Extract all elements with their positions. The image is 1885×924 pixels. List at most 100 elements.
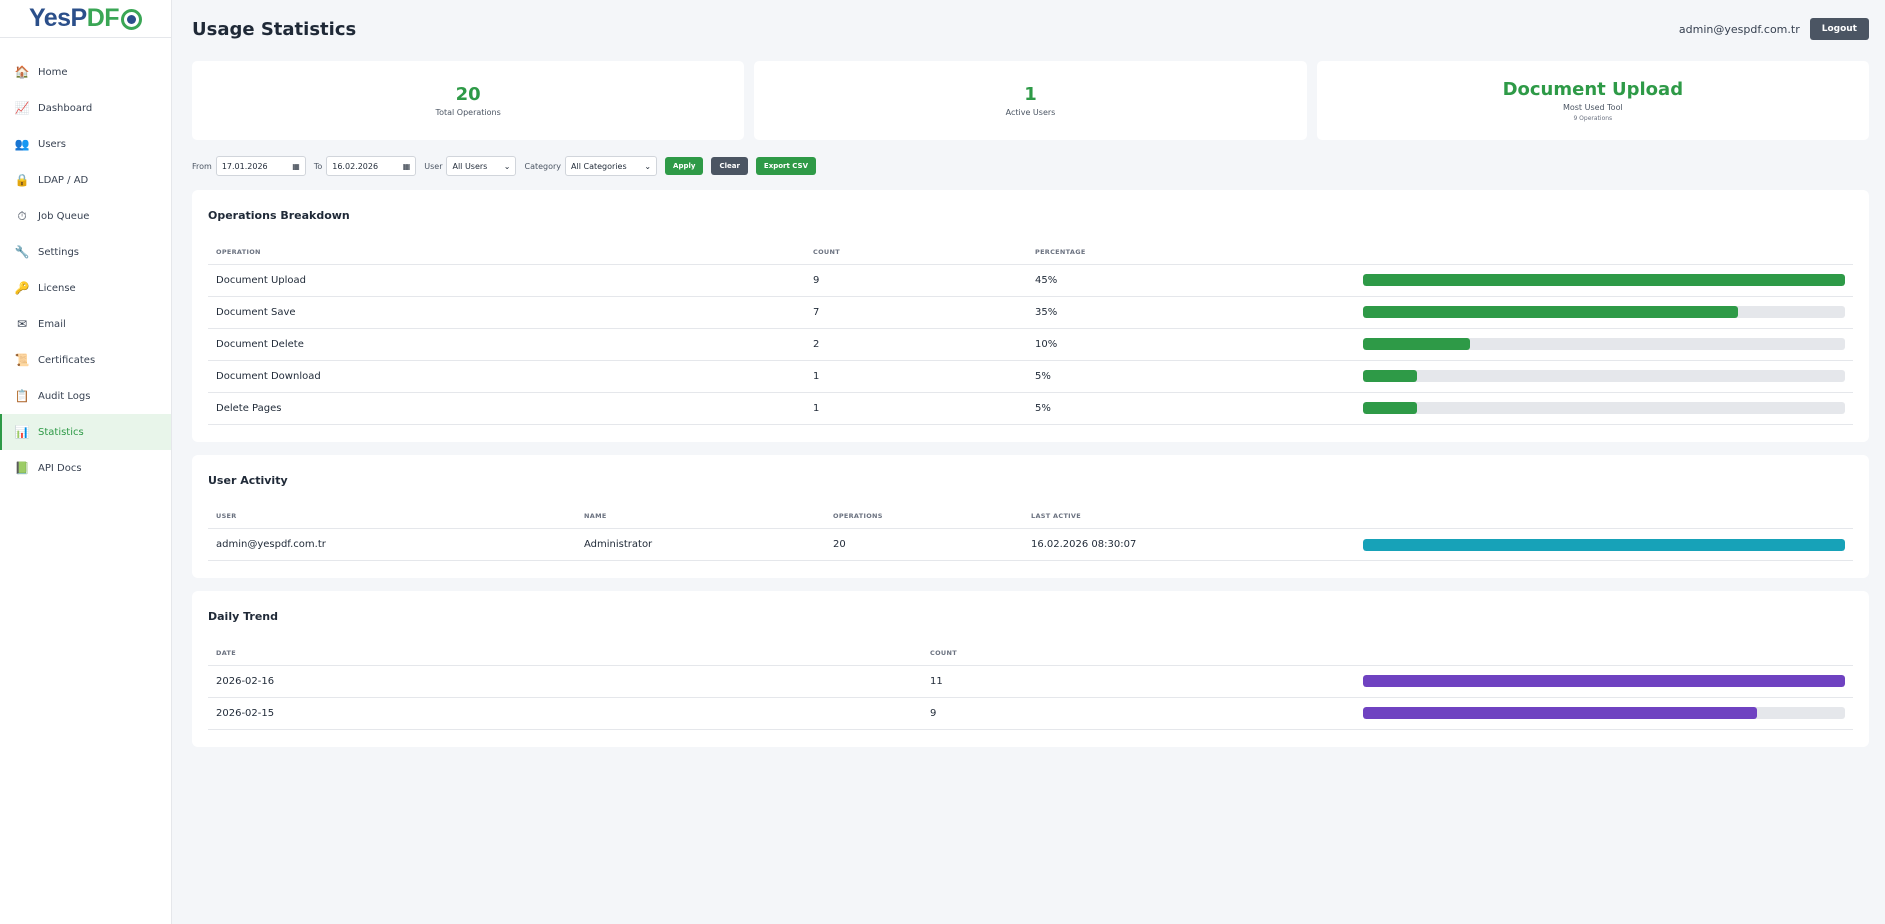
column-header: Count [805,240,1027,265]
sidebar-item-label: Statistics [38,426,84,438]
sidebar-item-label: Job Queue [38,210,90,222]
progress-bar-fill [1363,675,1845,687]
operation-name: Document Download [208,360,805,393]
trend-count: 11 [922,665,1355,698]
user-area: admin@yespdf.com.tr Logout [1679,18,1869,40]
logo-mark-icon [121,9,143,30]
user-select[interactable]: All Users ⌄ [446,156,517,176]
sidebar-item-api-docs[interactable]: 📗 API Docs [0,450,171,486]
operation-count: 9 [805,264,1027,297]
column-header: Percentage [1027,240,1355,265]
card-label: Total Operations [435,108,501,117]
card-value: Document Upload [1502,79,1684,100]
progress-bar-fill [1363,370,1417,382]
from-date-input[interactable]: 17.01.2026 ▦ [215,156,306,176]
sidebar-item-label: Home [38,66,68,78]
category-select[interactable]: All Categories ⌄ [565,156,658,176]
to-date-input[interactable]: 16.02.2026 ▦ [326,156,417,176]
column-header [1355,641,1853,666]
certificate-icon: 📜 [14,353,30,367]
users-icon: 👥 [14,137,30,151]
sidebar-item-email[interactable]: ✉ Email [0,306,171,342]
progress-bar [1363,306,1845,318]
card-most-used-tool: Document Upload Most Used Tool 9 Operati… [1316,61,1869,140]
calendar-icon[interactable]: ▦ [403,162,411,171]
sidebar-item-label: API Docs [38,462,82,474]
bar-cell [1355,328,1853,361]
progress-bar [1363,274,1845,286]
operation-name: Delete Pages [208,392,805,425]
chevron-down-icon: ⌄ [503,161,511,171]
column-header: Date [208,641,922,666]
user-select-value: All Users [452,161,488,171]
calendar-icon[interactable]: ▦ [292,162,300,171]
sidebar-item-statistics[interactable]: 📊 Statistics [0,414,171,450]
sidebar-item-license[interactable]: 🔑 License [0,270,171,306]
sidebar-item-ldap-ad[interactable]: 🔒 LDAP / AD [0,162,171,198]
operation-name: Document Delete [208,328,805,361]
sidebar-item-label: LDAP / AD [38,174,89,186]
progress-bar [1363,370,1845,382]
daily-trend-table-body: 2026-02-16 11 2026-02-15 9 [208,665,1853,730]
topbar: Usage Statistics admin@yespdf.com.tr Log… [192,0,1869,58]
column-header [1355,240,1853,265]
activity-operations: 20 [825,528,1023,561]
operation-count: 1 [805,360,1027,393]
progress-bar [1363,338,1845,350]
progress-bar-fill [1363,338,1470,350]
sidebar-item-users[interactable]: 👥 Users [0,126,171,162]
operation-percentage: 35% [1027,296,1355,329]
home-icon: 🏠 [14,65,30,79]
summary-cards: 20 Total Operations 1 Active Users Docum… [192,61,1869,140]
operations-table: Operation Count Percentage Document Uplo… [208,240,1853,425]
user-activity-table: User Name Operations Last Active admin@y… [208,504,1853,561]
column-header [1355,504,1853,529]
progress-bar [1363,675,1845,687]
brand-logo[interactable]: YesPDF [0,0,171,38]
operation-percentage: 5% [1027,392,1355,425]
column-header: Operations [825,504,1023,529]
table-row: Document Download 1 5% [208,360,1853,393]
table-row: Delete Pages 1 5% [208,392,1853,425]
clear-button[interactable]: Clear [711,157,748,175]
card-label: Active Users [1005,108,1056,117]
operation-name: Document Upload [208,264,805,297]
panel-title: User Activity [208,473,288,487]
daily-trend-table: Date Count 2026-02-16 11 2026-02-15 9 [208,641,1853,730]
sidebar-item-label: Audit Logs [38,390,91,402]
progress-bar [1363,538,1845,551]
sidebar-item-home[interactable]: 🏠 Home [0,54,171,90]
operation-percentage: 5% [1027,360,1355,393]
progress-bar-fill [1363,707,1758,719]
key-icon: 🔑 [14,281,30,295]
card-active-users: 1 Active Users [754,61,1307,140]
operation-percentage: 10% [1027,328,1355,361]
operation-percentage: 45% [1027,264,1355,297]
from-date-value: 17.01.2026 [221,161,268,171]
apply-button[interactable]: Apply [665,157,704,175]
table-row: Document Upload 9 45% [208,264,1853,297]
user-filter-label: User [424,161,443,171]
sidebar: YesPDF 🏠 Home 📈 Dashboard 👥 Users 🔒 LDAP / AD ⏱ J… [0,0,172,924]
panel-title: Daily Trend [208,610,278,623]
sidebar-item-audit-logs[interactable]: 📋 Audit Logs [0,378,171,414]
sidebar-item-certificates[interactable]: 📜 Certificates [0,342,171,378]
logout-button[interactable]: Logout [1809,18,1869,40]
to-label: To [313,161,323,171]
sidebar-item-settings[interactable]: 🔧 Settings [0,234,171,270]
card-total-operations: 20 Total Operations [192,61,745,140]
sidebar-item-job-queue[interactable]: ⏱ Job Queue [0,198,171,234]
panel-title: Operations Breakdown [208,209,350,222]
page-title: Usage Statistics [192,18,357,40]
column-header: Name [576,504,825,529]
operation-count: 7 [805,296,1027,329]
user-activity-table-body: admin@yespdf.com.tr Administrator 20 16.02.… [208,528,1853,561]
card-label: Most Used Tool [1562,103,1623,112]
export-csv-button[interactable]: Export CSV [755,157,816,175]
bar-chart-icon: 📊 [14,425,30,439]
sidebar-item-label: Email [38,318,66,330]
card-sub: 9 Operations [1573,115,1613,122]
bar-cell [1355,528,1853,561]
bar-cell [1355,296,1853,329]
sidebar-item-dashboard[interactable]: 📈 Dashboard [0,90,171,126]
